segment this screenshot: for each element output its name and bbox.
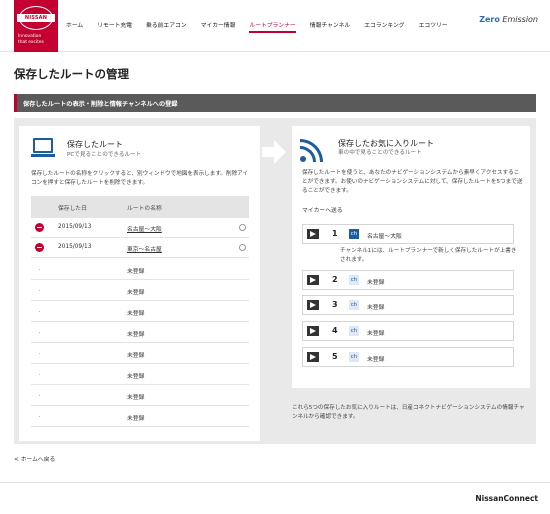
saved-routes-subtitle: PCで見ることのできるルート: [67, 152, 142, 158]
row-name: 未登録: [127, 416, 145, 422]
zero-emission-mark: Zero: [479, 15, 500, 24]
empty-marker: [39, 416, 40, 417]
tagline-line-2: that excites: [18, 39, 44, 45]
nissan-logo[interactable]: NISSAN Innovation that excites: [14, 0, 58, 52]
table-row: 未登録: [31, 344, 249, 364]
route-name-link[interactable]: 東京〜名古屋: [127, 244, 162, 253]
nav-eco-tree[interactable]: エコツリー: [419, 20, 448, 40]
slot-number: 3: [332, 300, 338, 309]
nav-info-channel[interactable]: 情報チャンネル: [310, 20, 350, 40]
saved-routes-card: 保存したルート PCで見ることのできるルート 保存したルートの名称をクリックする…: [19, 126, 260, 441]
empty-marker: [39, 311, 40, 312]
favorites-subtitle: 車の中で見ることのできるルート: [338, 150, 422, 156]
favorite-slot-4: 4 ch 未登録: [302, 321, 514, 341]
row-name: 未登録: [127, 374, 145, 380]
send-arrow-icon[interactable]: [307, 229, 319, 239]
route-radio[interactable]: [239, 224, 246, 231]
favorites-description: 保存したルートを使うと、あなたのナビゲーションシステムから素早くアクセスすること…: [302, 170, 523, 194]
nav-remote-charge[interactable]: リモート充電: [97, 20, 132, 40]
row-name: 未登録: [127, 353, 145, 359]
channel-badge: ch: [349, 275, 359, 285]
slot-number: 1: [332, 229, 338, 238]
nav-eco-ranking[interactable]: エコランキング: [364, 20, 404, 40]
send-to-car-label: マイカーへ送る: [302, 208, 343, 214]
slot-route: 未登録: [367, 357, 385, 363]
send-arrow-icon[interactable]: [307, 275, 319, 285]
table-header: 保存した日 ルートの名称: [31, 196, 249, 218]
favorite-routes-card: 保存したお気に入りルート 車の中で見ることのできるルート 保存したルートを使うと…: [292, 126, 530, 388]
table-row: 未登録: [31, 281, 249, 301]
slot-route: 未登録: [367, 331, 385, 337]
row-name: 未登録: [127, 269, 145, 275]
channel-badge: ch: [349, 326, 359, 336]
main-nav: ホーム リモート充電 乗る前エアコン マイカー情報 ルートプランナー 情報チャン…: [66, 20, 462, 40]
column-route-name: ルートの名称: [127, 206, 162, 212]
row-name: 未登録: [127, 311, 145, 317]
section-header: 保存したルートの表示・削除と情報チャンネルへの登録: [14, 94, 536, 112]
favorite-slot-2: 2 ch 未登録: [302, 270, 514, 290]
delete-icon[interactable]: [35, 243, 44, 252]
table-row: 未登録: [31, 302, 249, 322]
nav-pre-aircon[interactable]: 乗る前エアコン: [146, 20, 187, 40]
channel-badge: ch: [349, 352, 359, 362]
site-header: NISSAN Innovation that excites ホーム リモート充…: [0, 0, 550, 52]
empty-marker: [39, 395, 40, 396]
empty-marker: [39, 269, 40, 270]
section-title: 保存したルートの表示・削除と情報チャンネルへの登録: [23, 101, 178, 108]
page-title: 保存したルートの管理: [14, 67, 129, 81]
send-arrow-icon[interactable]: [307, 352, 319, 362]
favorite-slot-5: 5 ch 未登録: [302, 347, 514, 367]
nissanconnect-logo: NissanConnect: [475, 494, 538, 503]
zero-emission-text: Emission: [502, 15, 538, 24]
saved-routes-description: 保存したルートの名称をクリックすると、別ウィンドウで地図を表示します。削除アイコ…: [31, 171, 249, 186]
table-row: 未登録: [31, 323, 249, 343]
send-arrow-icon[interactable]: [307, 300, 319, 310]
empty-marker: [39, 353, 40, 354]
slot-route: 未登録: [367, 305, 385, 311]
row-date: 2015/09/13: [58, 244, 92, 250]
send-arrow-icon[interactable]: [307, 326, 319, 336]
logo-tagline: Innovation that excites: [18, 34, 58, 45]
rss-icon: [300, 136, 326, 162]
route-name-link[interactable]: 名古屋〜大阪: [127, 224, 162, 233]
favorite-slot-1: 1 ch 名古屋〜大阪: [302, 224, 514, 244]
logo-wordmark: NISSAN: [17, 14, 55, 22]
zero-emission-logo: Zero Emission: [479, 15, 538, 24]
favorites-footer-note: これら5つの保存したお気に入りルートは、日産コネクトナビゲーションシステムの情報…: [292, 405, 525, 420]
nav-route-planner[interactable]: ルートプランナー: [249, 20, 297, 40]
empty-marker: [39, 290, 40, 291]
table-row: 2015/09/13 名古屋〜大阪: [31, 218, 249, 238]
empty-marker: [39, 374, 40, 375]
table-row: 未登録: [31, 365, 249, 385]
slot-number: 4: [332, 326, 338, 335]
table-row: 未登録: [31, 386, 249, 406]
table-row: 2015/09/13 東京〜名古屋: [31, 238, 249, 258]
channel-badge: ch: [349, 229, 359, 239]
footer-divider: [0, 482, 550, 483]
logo-badge: NISSAN: [17, 6, 55, 30]
delete-icon[interactable]: [35, 223, 44, 232]
slot-route: 未登録: [367, 280, 385, 286]
row-name: 未登録: [127, 395, 145, 401]
favorite-slot-3: 3 ch 未登録: [302, 295, 514, 315]
back-to-home-link[interactable]: < ホームへ戻る: [14, 454, 55, 463]
column-date: 保存した日: [58, 206, 87, 212]
table-row: 未登録: [31, 407, 249, 427]
route-radio[interactable]: [239, 244, 246, 251]
channel-badge: ch: [349, 300, 359, 310]
arrow-right-icon: [262, 140, 286, 164]
saved-routes-title: 保存したルート: [67, 140, 123, 149]
nav-mycar-info[interactable]: マイカー情報: [201, 20, 236, 40]
laptop-icon: [31, 138, 55, 160]
slot-number: 5: [332, 352, 338, 361]
nav-home[interactable]: ホーム: [66, 20, 83, 40]
row-name: 未登録: [127, 290, 145, 296]
empty-marker: [39, 332, 40, 333]
channel-1-note: チャンネル1には、ルートプランナーで新しく保存したルートが上書きされます。: [340, 248, 517, 263]
table-row: 未登録: [31, 260, 249, 280]
slot-route: 名古屋〜大阪: [367, 234, 402, 240]
slot-number: 2: [332, 275, 338, 284]
row-date: 2015/09/13: [58, 224, 92, 230]
row-name: 未登録: [127, 332, 145, 338]
